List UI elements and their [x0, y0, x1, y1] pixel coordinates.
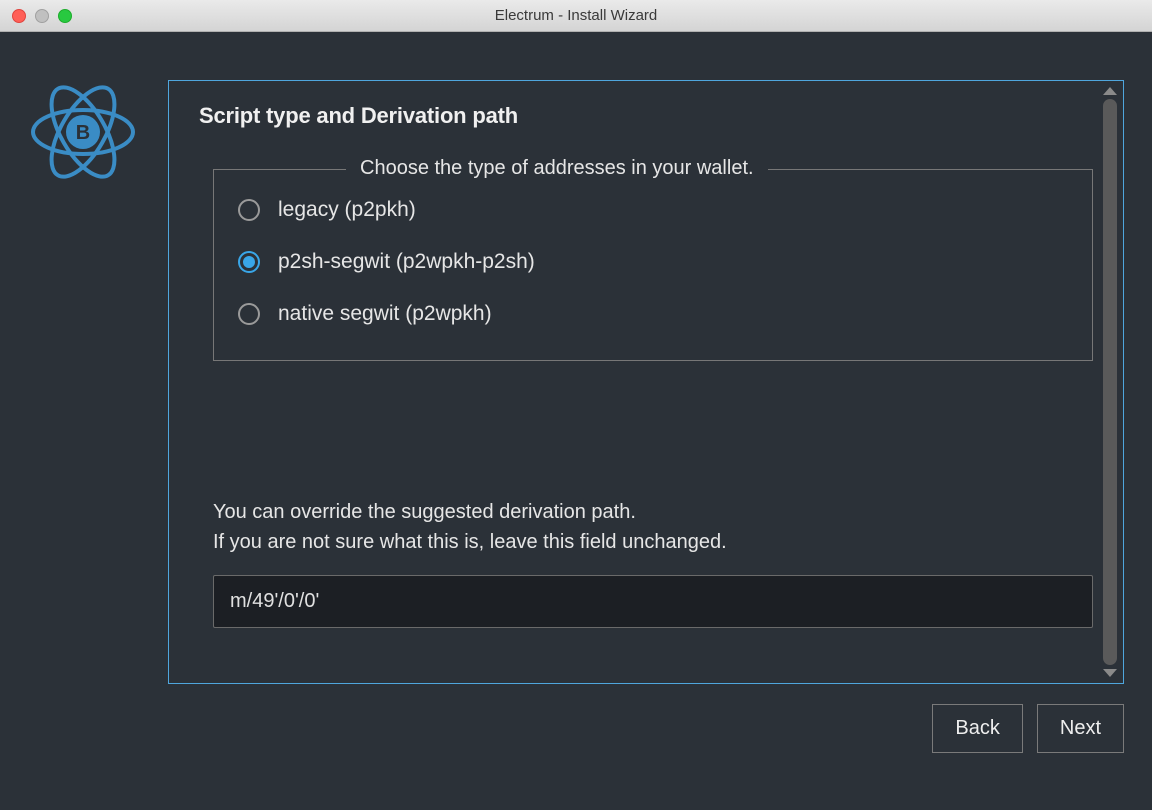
content-panel: Script type and Derivation path Choose t…	[168, 80, 1124, 684]
help-text: You can override the suggested derivatio…	[213, 497, 1093, 557]
scroll-up-icon[interactable]	[1103, 87, 1117, 95]
window-title: Electrum - Install Wizard	[495, 7, 658, 24]
main-row: B Script type and Derivation path Choose…	[28, 80, 1124, 684]
scrollbar[interactable]	[1099, 83, 1121, 681]
radio-option-legacy[interactable]: legacy (p2pkh)	[238, 184, 1068, 236]
electrum-logo-icon: B	[28, 82, 138, 182]
window-minimize-button[interactable]	[35, 9, 49, 23]
logo-column: B	[28, 80, 138, 684]
traffic-lights	[12, 9, 72, 23]
radio-label: legacy (p2pkh)	[278, 198, 416, 222]
scroll-down-icon[interactable]	[1103, 669, 1117, 677]
radio-label: native segwit (p2wpkh)	[278, 302, 492, 326]
svg-text:B: B	[76, 122, 90, 144]
window-body: B Script type and Derivation path Choose…	[0, 32, 1152, 810]
radio-icon	[238, 251, 260, 273]
help-line-1: You can override the suggested derivatio…	[213, 497, 1093, 527]
radio-icon	[238, 303, 260, 325]
radio-label: p2sh-segwit (p2wpkh-p2sh)	[278, 250, 535, 274]
help-line-2: If you are not sure what this is, leave …	[213, 527, 1093, 557]
panel-heading: Script type and Derivation path	[199, 103, 1093, 129]
address-type-fieldset: Choose the type of addresses in your wal…	[213, 169, 1093, 361]
titlebar: Electrum - Install Wizard	[0, 0, 1152, 32]
button-row: Back Next	[28, 704, 1124, 753]
window-maximize-button[interactable]	[58, 9, 72, 23]
scroll-thumb[interactable]	[1103, 99, 1117, 665]
radio-option-native-segwit[interactable]: native segwit (p2wpkh)	[238, 288, 1068, 340]
window-close-button[interactable]	[12, 9, 26, 23]
back-button[interactable]: Back	[932, 704, 1022, 753]
fieldset-legend: Choose the type of addresses in your wal…	[346, 157, 768, 180]
derivation-path-input[interactable]	[213, 575, 1093, 628]
radio-option-p2sh-segwit[interactable]: p2sh-segwit (p2wpkh-p2sh)	[238, 236, 1068, 288]
radio-icon	[238, 199, 260, 221]
next-button[interactable]: Next	[1037, 704, 1124, 753]
